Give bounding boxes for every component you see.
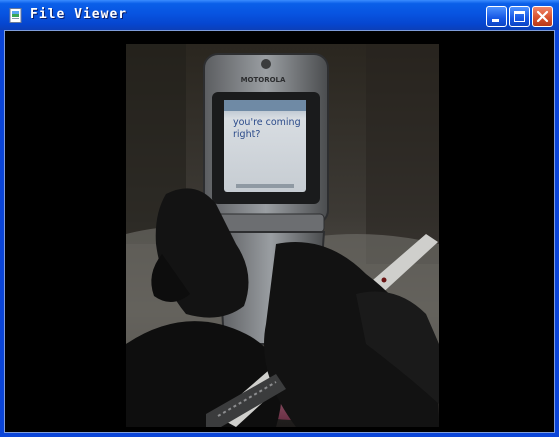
window-title: File Viewer (30, 7, 128, 22)
image-viewport: MOTOROLA you're coming right? (4, 30, 555, 433)
displayed-photo: MOTOROLA you're coming right? (126, 44, 439, 427)
close-button[interactable] (532, 6, 553, 27)
phone-brand: MOTOROLA (241, 76, 286, 84)
phone-screen-line2: right? (233, 129, 260, 140)
maximize-button[interactable] (509, 6, 530, 27)
file-viewer-window: File Viewer MOTOROLA you're coming right… (0, 0, 559, 437)
minimize-icon (492, 19, 499, 22)
image-file-icon (9, 8, 22, 23)
phone-screen-line1: you're coming (233, 117, 301, 128)
title-bar[interactable]: File Viewer (0, 0, 559, 30)
close-icon (536, 10, 549, 23)
minimize-button[interactable] (486, 6, 507, 27)
maximize-icon (514, 11, 525, 22)
